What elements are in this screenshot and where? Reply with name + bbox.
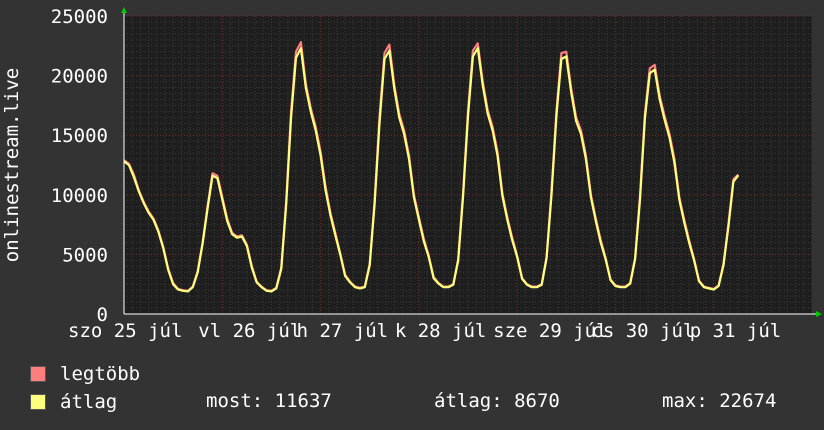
x-axis-arrow xyxy=(816,311,822,317)
traffic-chart: 0 5000 10000 15000 20000 25000 szo 25 júl vl 26… xyxy=(0,0,824,430)
y-tick-label: 5000 xyxy=(62,244,108,266)
legend-item-average: átlag xyxy=(30,390,117,414)
y-tick-label: 10000 xyxy=(51,185,108,207)
stat-max: max: 22674 xyxy=(662,390,777,412)
legend-item-max: legtöbb xyxy=(30,362,140,386)
y-tick-label: 15000 xyxy=(51,125,108,147)
x-tick-label: cs 30 júl xyxy=(591,320,694,342)
legend-swatch-average xyxy=(30,394,46,410)
stat-current: most: 11637 xyxy=(206,390,332,412)
x-tick-label: k 28 júl xyxy=(395,320,487,342)
x-tick-label: p 31 júl xyxy=(690,320,782,342)
stat-average: átlag: 8670 xyxy=(434,390,560,412)
legend-label-average: átlag xyxy=(60,391,118,413)
x-tick-label: h 27 júl xyxy=(297,320,389,342)
y-axis-arrow xyxy=(121,7,127,13)
plot-area xyxy=(124,16,812,314)
legend-label-max: legtöbb xyxy=(60,363,141,385)
y-axis-title: onlinestream.live xyxy=(1,68,23,262)
x-tick-label: sze 29 júl xyxy=(493,320,607,342)
y-tick-label: 20000 xyxy=(51,66,108,88)
x-tick-label: vl 26 júl xyxy=(198,320,301,342)
y-tick-label: 25000 xyxy=(51,6,108,28)
legend-swatch-max xyxy=(30,366,46,382)
x-tick-label: szo 25 júl xyxy=(68,320,182,342)
